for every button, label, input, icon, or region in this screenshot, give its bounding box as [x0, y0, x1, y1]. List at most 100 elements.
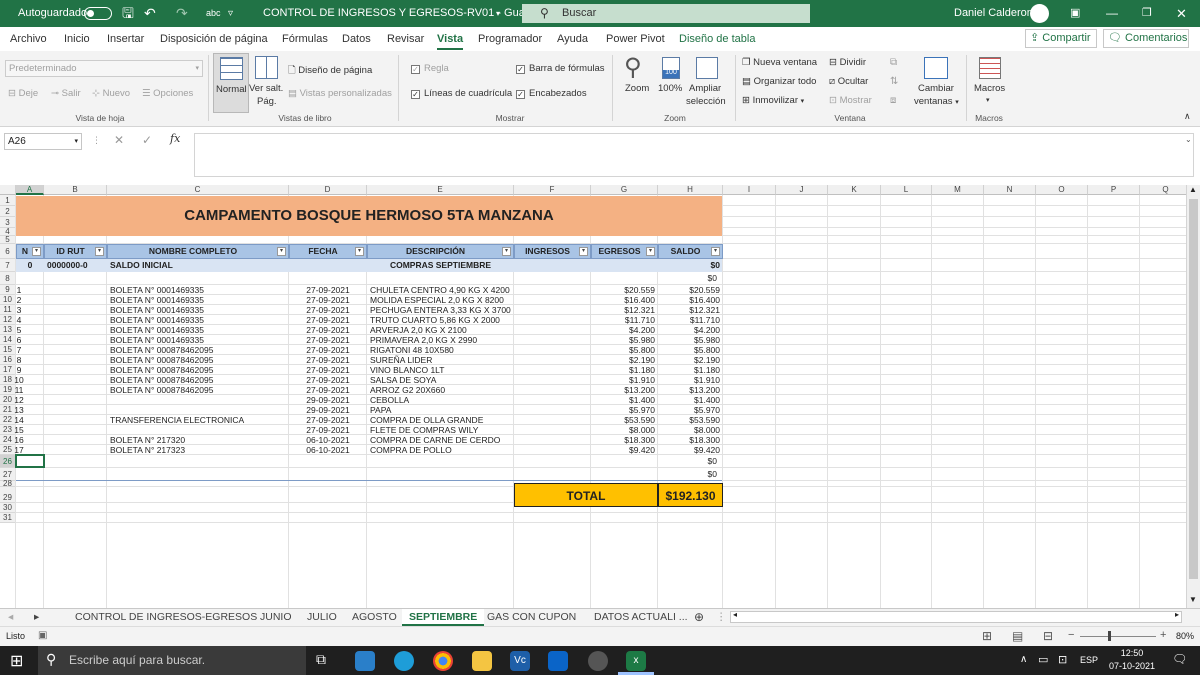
reset-position-icon[interactable]: ⧈: [890, 95, 896, 106]
headings-checkbox[interactable]: ✓ Encabezados: [516, 88, 587, 99]
column-header[interactable]: O: [1036, 185, 1088, 195]
filter-dropdown-icon[interactable]: ▾: [579, 247, 588, 256]
sheet-tab-datos[interactable]: DATOS ACTUALI ...: [594, 609, 688, 626]
new-window-button[interactable]: ❐ Nueva ventana: [742, 57, 817, 68]
obs-icon[interactable]: [588, 651, 608, 671]
file-explorer-icon[interactable]: [472, 651, 492, 671]
sync-scroll-icon[interactable]: ⇅: [890, 76, 898, 87]
scroll-down-icon[interactable]: ▼: [1189, 595, 1197, 604]
scroll-left-icon[interactable]: ◂: [733, 610, 737, 619]
keep-view-button[interactable]: ⊟ Deje: [8, 88, 38, 99]
row-header[interactable]: 2: [0, 206, 16, 217]
page-break-view-button[interactable]: Ver salt. Pág.: [249, 53, 283, 113]
zoom-slider[interactable]: [1080, 636, 1156, 637]
outlook-icon[interactable]: [548, 651, 568, 671]
zoom-out-icon[interactable]: −: [1068, 629, 1074, 641]
expand-formula-icon[interactable]: ⌄: [1185, 135, 1192, 144]
tab-ayuda[interactable]: Ayuda: [557, 27, 588, 51]
chevron-down-icon[interactable]: ▾: [496, 0, 500, 27]
filter-dropdown-icon[interactable]: ▾: [502, 247, 511, 256]
column-header[interactable]: E: [367, 185, 514, 195]
column-header[interactable]: C: [107, 185, 289, 195]
column-header[interactable]: N: [984, 185, 1036, 195]
vscode-icon[interactable]: Vc: [510, 651, 530, 671]
zoom-slider-thumb[interactable]: [1108, 631, 1111, 641]
freeze-panes-button[interactable]: ⊞ Inmovilizar ▾: [742, 95, 804, 106]
tab-disposicion[interactable]: Disposición de página: [160, 27, 268, 51]
document-title[interactable]: CONTROL DE INGRESOS Y EGRESOS-RV01 - Gua…: [263, 0, 553, 27]
battery-icon[interactable]: ▭: [1038, 653, 1048, 666]
selected-cell[interactable]: [15, 454, 45, 468]
autosave-toggle[interactable]: [84, 7, 112, 20]
clock-date[interactable]: 07-10-2021: [1102, 661, 1162, 671]
page-break-icon[interactable]: ⊟: [1043, 629, 1053, 643]
minimize-icon[interactable]: —: [1106, 0, 1118, 27]
page-layout-button[interactable]: 🗋 Diseño de página: [288, 63, 372, 79]
scroll-up-icon[interactable]: ▲: [1189, 185, 1197, 194]
exit-view-button[interactable]: ⊸ Salir: [51, 88, 81, 99]
sheet-tab-control[interactable]: CONTROL DE INGRESOS-EGRESOS: [75, 609, 257, 626]
filter-dropdown-icon[interactable]: ▾: [277, 247, 286, 256]
select-all-corner[interactable]: [0, 185, 16, 195]
switch-windows-button[interactable]: Cambiar ventanas ▾: [910, 53, 962, 113]
row-header[interactable]: 30: [0, 503, 16, 513]
user-name[interactable]: Daniel Calderon: [954, 0, 1033, 27]
macros-button[interactable]: Macros ▾: [970, 53, 1010, 113]
spelling-icon[interactable]: abc: [206, 0, 221, 27]
add-sheet-icon[interactable]: ⊕: [694, 609, 704, 626]
ribbon-display-icon[interactable]: ▣: [1070, 0, 1080, 27]
page-layout-icon[interactable]: ▤: [1012, 629, 1023, 643]
language-indicator[interactable]: ESP: [1080, 655, 1098, 665]
share-button[interactable]: ⇪ Compartir: [1025, 29, 1097, 48]
search-box[interactable]: ⚲ Buscar: [522, 4, 810, 23]
vertical-scrollbar[interactable]: ▲ ▼: [1186, 185, 1200, 608]
column-header[interactable]: H: [658, 185, 723, 195]
tab-insertar[interactable]: Insertar: [107, 27, 144, 51]
row-header[interactable]: 5: [0, 236, 16, 244]
column-header[interactable]: B: [44, 185, 107, 195]
zoom-button[interactable]: ⚲ Zoom: [620, 53, 656, 103]
sheet-tab-julio[interactable]: JULIO: [307, 609, 337, 626]
filter-dropdown-icon[interactable]: ▾: [32, 247, 41, 256]
notification-icon[interactable]: 🗨: [1172, 652, 1187, 666]
tab-datos[interactable]: Datos: [342, 27, 371, 51]
side-by-side-icon[interactable]: ⧉: [890, 57, 897, 68]
tab-formulas[interactable]: Fórmulas: [282, 27, 328, 51]
edge-icon[interactable]: [394, 651, 414, 671]
accessibility-icon[interactable]: ▣: [38, 630, 47, 641]
customize-toolbar-icon[interactable]: ▿: [228, 0, 233, 27]
task-view-icon[interactable]: ⧉: [316, 651, 326, 668]
column-header-descripción[interactable]: DESCRIPCIÓN: [367, 244, 514, 259]
zoom-level[interactable]: 80%: [1176, 631, 1194, 641]
redo-icon[interactable]: ↷: [176, 0, 188, 27]
taskbar-search[interactable]: ⚲ Escribe aquí para buscar.: [38, 646, 306, 675]
sheet-tab-agosto[interactable]: AGOSTO: [352, 609, 397, 626]
excel-icon[interactable]: x: [626, 651, 646, 671]
ruler-checkbox[interactable]: ✓ Regla: [411, 63, 449, 74]
filter-dropdown-icon[interactable]: ▾: [646, 247, 655, 256]
app-icon-teams[interactable]: [355, 651, 375, 671]
column-header-nombre-completo[interactable]: NOMBRE COMPLETO: [107, 244, 289, 259]
row-header[interactable]: 1: [0, 195, 16, 206]
undo-icon[interactable]: ↶: [144, 0, 156, 27]
close-icon[interactable]: ✕: [1176, 0, 1187, 27]
column-header[interactable]: Q: [1140, 185, 1186, 195]
hide-button[interactable]: ⧄ Ocultar: [829, 76, 868, 87]
sheet-tab-septiembre[interactable]: SEPTIEMBRE: [402, 609, 485, 626]
cancel-entry-icon[interactable]: ✕: [114, 133, 124, 147]
network-icon[interactable]: ⊡: [1058, 653, 1067, 666]
formula-bar-checkbox[interactable]: ✓ Barra de fórmulas: [516, 63, 605, 74]
row-header[interactable]: 8: [0, 272, 16, 285]
zoom-in-icon[interactable]: +: [1160, 629, 1166, 641]
comments-button[interactable]: 🗨 Comentarios: [1103, 29, 1189, 48]
normal-view-button[interactable]: Normal: [213, 53, 249, 113]
tab-power-pivot[interactable]: Power Pivot: [606, 27, 665, 51]
column-header[interactable]: K: [828, 185, 881, 195]
horizontal-scrollbar[interactable]: ◂ ▸: [730, 610, 1182, 623]
formula-input[interactable]: [194, 133, 1194, 177]
scroll-right-icon[interactable]: ▸: [1175, 610, 1179, 619]
save-icon[interactable]: 🖫: [122, 0, 134, 27]
row-header[interactable]: 6: [0, 244, 16, 259]
row-header[interactable]: 31: [0, 513, 16, 523]
name-box[interactable]: A26 ▾: [4, 133, 82, 150]
